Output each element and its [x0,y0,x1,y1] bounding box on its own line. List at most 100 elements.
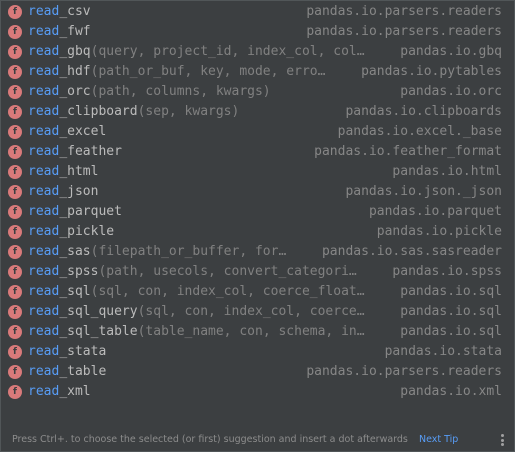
suggestion-suffix: _stata [59,344,107,359]
completion-popup: f read_csv pandas.io.parsers.readers f read_… [0,0,515,452]
function-icon: f [8,165,22,179]
suggestion-item[interactable]: f read_sql_table(table_name, con, schema,… [1,322,514,342]
suggestion-suffix: _fwf [59,24,91,39]
match-prefix: read [28,304,60,319]
function-icon: f [8,245,22,259]
match-prefix: read [28,224,60,239]
suggestion-item[interactable]: f read_json pandas.io.json._json [1,182,514,202]
function-icon: f [8,5,22,19]
suggestion-location: pandas.io.pytables [361,64,502,79]
function-icon: f [8,325,22,339]
function-icon: f [8,305,22,319]
suggestion-item[interactable]: f read_hdf(path_or_buf, key, mode, erro… p… [1,62,514,82]
suggestion-location: pandas.io.pickle [376,224,502,239]
suggestion-name: read_clipboard(sep, kwargs) [28,102,239,122]
suggestion-location: pandas.io.xml [400,384,502,399]
suggestion-location: pandas.io.feather_format [314,144,502,159]
suggestion-params: (path, usecols, convert_categori… [98,264,357,279]
suggestion-item[interactable]: f read_parquet pandas.io.parquet [1,202,514,222]
match-prefix: read [28,344,60,359]
function-icon: f [8,205,22,219]
suggestion-name: read_sql_query(sql, con, index_col, coer… [28,302,365,322]
match-prefix: read [28,144,60,159]
suggestion-location: pandas.io.orc [400,84,502,99]
suggestion-params: (query, project_id, index_col, col… [90,44,365,59]
suggestion-name: read_feather [28,142,122,162]
function-icon: f [8,185,22,199]
suggestion-params: (sql, con, index_col, coerce… [137,304,365,319]
suggestion-name: read_orc(path, columns, kwargs) [28,82,271,102]
match-prefix: read [28,24,60,39]
suggestion-params: (path_or_buf, key, mode, erro… [90,64,326,79]
suggestion-item[interactable]: f read_excel pandas.io.excel._base [1,122,514,142]
suggestion-name: read_xml [28,382,91,402]
function-icon: f [8,45,22,59]
match-prefix: read [28,4,60,19]
function-icon: f [8,365,22,379]
suggestion-location: pandas.io.json._json [345,184,502,199]
suggestion-name: read_sas(filepath_or_buffer, for… [28,242,286,262]
match-prefix: read [28,164,60,179]
suggestion-item[interactable]: f read_table pandas.io.parsers.readers [1,362,514,382]
function-icon: f [8,125,22,139]
suggestion-location: pandas.io.parsers.readers [306,24,502,39]
suggestion-name: read_table [28,362,106,382]
suggestion-item[interactable]: f read_sql_query(sql, con, index_col, coe… [1,302,514,322]
suggestion-location: pandas.io.html [392,164,502,179]
match-prefix: read [28,384,60,399]
match-prefix: read [28,244,60,259]
match-prefix: read [28,64,60,79]
suggestion-item[interactable]: f read_clipboard(sep, kwargs) pandas.io.cl… [1,102,514,122]
suggestion-suffix: _xml [59,384,91,399]
function-icon: f [8,25,22,39]
suggestion-location: pandas.io.clipboards [345,104,502,119]
suggestion-item[interactable]: f read_stata pandas.io.stata [1,342,514,362]
suggestion-item[interactable]: f read_sas(filepath_or_buffer, for… pandas… [1,242,514,262]
match-prefix: read [28,284,60,299]
match-prefix: read [28,84,60,99]
function-icon: f [8,85,22,99]
suggestion-name: read_excel [28,122,106,142]
suggestion-location: pandas.io.parquet [368,204,502,219]
suggestion-item[interactable]: f read_csv pandas.io.parsers.readers [1,2,514,22]
suggestion-suffix: _spss [59,264,99,279]
match-prefix: read [28,104,60,119]
suggestion-suffix: _hdf [59,64,91,79]
suggestion-item[interactable]: f read_sql(sql, con, index_col, coerce_fl… [1,282,514,302]
next-tip-link[interactable]: Next Tip [419,428,458,451]
match-prefix: read [28,184,60,199]
suggestion-suffix: _sql_query [59,304,138,319]
suggestion-location: pandas.io.parsers.readers [306,4,502,19]
suggestion-location: pandas.io.excel._base [337,124,502,139]
suggestion-item[interactable]: f read_pickle pandas.io.pickle [1,222,514,242]
suggestion-suffix: _table [59,364,107,379]
suggestion-params: (table_name, con, schema, in… [137,324,365,339]
suggestion-name: read_csv [28,2,91,22]
suggestion-suffix: _gbq [59,44,91,59]
suggestion-location: pandas.io.sql [400,324,502,339]
suggestion-list: f read_csv pandas.io.parsers.readers f read_… [1,2,514,402]
vertical-ellipsis-icon[interactable] [501,434,505,446]
suggestion-suffix: _csv [59,4,91,19]
suggestion-item[interactable]: f read_feather pandas.io.feather_format [1,142,514,162]
suggestion-item[interactable]: f read_fwf pandas.io.parsers.readers [1,22,514,42]
suggestion-location: pandas.io.sql [400,284,502,299]
match-prefix: read [28,44,60,59]
suggestion-location: pandas.io.stata [384,344,502,359]
match-prefix: read [28,364,60,379]
suggestion-item[interactable]: f read_orc(path, columns, kwargs) pandas.i… [1,82,514,102]
completion-footer: Press Ctrl+. to choose the selected (or … [1,428,514,451]
suggestion-suffix: _parquet [59,204,122,219]
suggestion-name: read_sql(sql, con, index_col, coerce_flo… [28,282,365,302]
suggestion-name: read_parquet [28,202,122,222]
suggestion-suffix: _orc [59,84,91,99]
suggestion-item[interactable]: f read_xml pandas.io.xml [1,382,514,402]
suggestion-item[interactable]: f read_gbq(query, project_id, index_col, … [1,42,514,62]
suggestion-name: read_html [28,162,98,182]
suggestion-suffix: _json [59,184,99,199]
suggestion-name: read_spss(path, usecols, convert_categor… [28,262,357,282]
suggestion-suffix: _clipboard [59,104,138,119]
suggestion-item[interactable]: f read_spss(path, usecols, convert_catego… [1,262,514,282]
suggestion-item[interactable]: f read_html pandas.io.html [1,162,514,182]
suggestion-location: pandas.io.parsers.readers [306,364,502,379]
